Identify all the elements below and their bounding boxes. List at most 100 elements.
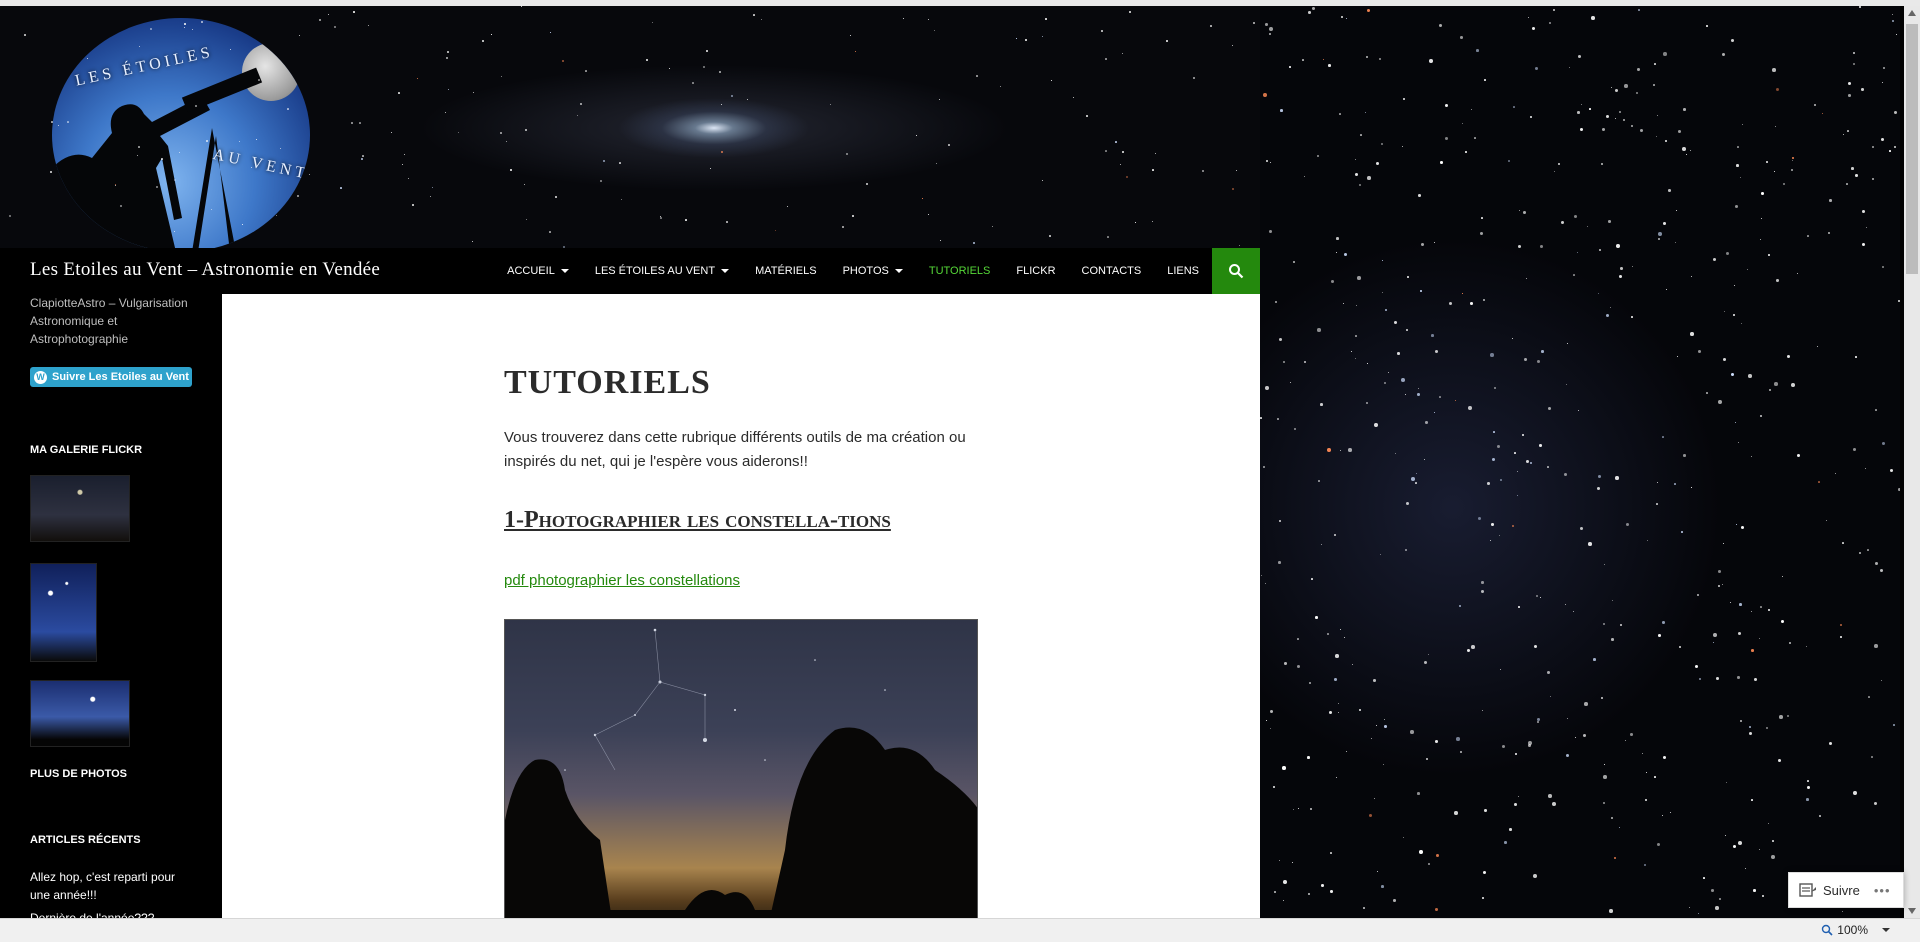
star-dot <box>1658 238 1660 240</box>
star-dot <box>1328 64 1331 67</box>
star-dot <box>1733 314 1735 316</box>
star-dot <box>1828 232 1831 235</box>
more-photos-link[interactable]: Plus de photos <box>30 768 127 780</box>
follow-widget-button[interactable]: Suivre ••• <box>1788 872 1904 908</box>
flickr-thumbnail[interactable] <box>30 680 130 747</box>
star-dot <box>1512 338 1514 340</box>
nav-item-les-etoiles-au-vent[interactable]: Les Étoiles au Vent <box>582 248 742 294</box>
flickr-thumbnail[interactable] <box>30 563 97 662</box>
star-dot <box>161 158 163 160</box>
star-dot <box>1445 137 1449 141</box>
page-scrollbar[interactable] <box>1904 6 1920 918</box>
star-dot <box>1504 841 1507 844</box>
star-dot <box>1611 638 1614 641</box>
star-dot <box>1631 316 1633 318</box>
star-dot <box>1393 899 1396 902</box>
star-dot <box>1352 664 1353 665</box>
star-dot <box>1691 487 1692 488</box>
star-dot <box>1601 697 1604 700</box>
star-dot <box>1619 827 1621 829</box>
star-dot <box>903 18 905 20</box>
site-title[interactable]: Les Etoiles au Vent – Astronomie en Vend… <box>30 259 380 281</box>
star-dot <box>1338 703 1339 704</box>
recent-post-link[interactable]: Dernière de l'année??? <box>30 909 190 918</box>
star-dot <box>550 32 551 33</box>
star-dot <box>473 92 475 94</box>
star-dot <box>1774 382 1778 386</box>
flickr-thumbnail[interactable] <box>30 475 130 542</box>
more-options-icon[interactable]: ••• <box>1874 883 1891 898</box>
star-dot <box>1657 482 1659 484</box>
zoom-dropdown-icon[interactable] <box>1882 928 1890 932</box>
search-button[interactable] <box>1212 248 1260 294</box>
star-dot <box>1517 495 1518 496</box>
star-dot <box>1703 877 1705 879</box>
follow-blog-button[interactable]: W Suivre Les Etoiles au Vent - A <box>30 367 192 387</box>
nav-item-contacts[interactable]: Contacts <box>1069 248 1155 294</box>
header-image[interactable]: LES ÉTOILES AU VENT <box>0 6 1260 248</box>
star-dot <box>1418 388 1420 390</box>
star-dot <box>1440 161 1443 164</box>
star-dot <box>1642 753 1643 754</box>
star-dot <box>928 19 929 20</box>
star-dot <box>1302 59 1304 61</box>
star-dot <box>1736 164 1739 167</box>
star-dot <box>1751 649 1754 652</box>
star-dot <box>1677 356 1679 358</box>
scroll-down-icon[interactable] <box>1908 908 1916 914</box>
star-dot <box>1855 174 1858 177</box>
recent-post-link[interactable]: Allez hop, c'est reparti pour une année!… <box>30 868 190 904</box>
main-content: Tutoriels Vous trouverez dans cette rubr… <box>222 294 1260 918</box>
zoom-control[interactable]: 100% <box>1821 923 1890 937</box>
nav-item-label: Tutoriels <box>928 265 991 277</box>
star-dot <box>1554 171 1555 172</box>
star-dot <box>1611 87 1613 89</box>
constellation-photo[interactable] <box>504 619 978 918</box>
scrollbar-thumb[interactable] <box>1906 24 1918 274</box>
star-dot <box>1321 544 1323 546</box>
site-logo[interactable]: LES ÉTOILES AU VENT <box>52 18 310 248</box>
star-dot <box>1166 40 1168 42</box>
star-dot <box>1360 134 1362 136</box>
star-dot <box>1266 160 1269 163</box>
nav-item-tutoriels[interactable]: Tutoriels <box>916 248 1004 294</box>
star-dot <box>1384 719 1386 721</box>
pdf-download-link[interactable]: pdf photographier les constellations <box>504 572 740 589</box>
star-dot <box>1308 11 1311 14</box>
star-dot <box>1616 244 1620 248</box>
scroll-up-icon[interactable] <box>1908 10 1916 16</box>
star-dot <box>1483 871 1487 875</box>
star-dot <box>1373 679 1376 682</box>
star-dot <box>1872 178 1874 180</box>
star-dot <box>600 180 602 182</box>
star-dot <box>1713 633 1717 637</box>
star-dot <box>719 71 721 73</box>
nav-item-materiels[interactable]: Matériels <box>742 248 830 294</box>
nav-item-accueil[interactable]: Accueil <box>494 248 582 294</box>
star-dot <box>1355 358 1357 360</box>
star-dot <box>1530 116 1533 119</box>
star-dot <box>1528 744 1531 747</box>
nav-item-flickr[interactable]: Flickr <box>1003 248 1068 294</box>
star-dot <box>1678 130 1681 133</box>
star-dot <box>1663 52 1667 56</box>
star-dot <box>1606 314 1610 318</box>
star-dot <box>1718 585 1720 587</box>
star-dot <box>1722 584 1724 586</box>
star-dot <box>1829 742 1833 746</box>
star-dot <box>1424 459 1425 460</box>
star-dot <box>706 50 708 52</box>
star-dot <box>447 51 450 54</box>
star-dot <box>721 104 722 105</box>
star-dot <box>1381 885 1384 888</box>
nav-item-liens[interactable]: Liens <box>1154 248 1212 294</box>
nav-item-photos[interactable]: Photos <box>830 248 916 294</box>
star-dot <box>1638 9 1640 11</box>
star-dot <box>1718 570 1721 573</box>
star-dot <box>1431 334 1434 337</box>
star-dot <box>1086 115 1088 117</box>
star-dot <box>1740 177 1742 179</box>
section-heading[interactable]: 1-Photographier les constella-tions <box>504 508 984 532</box>
star-dot <box>1611 817 1614 820</box>
star-dot <box>1500 479 1502 481</box>
